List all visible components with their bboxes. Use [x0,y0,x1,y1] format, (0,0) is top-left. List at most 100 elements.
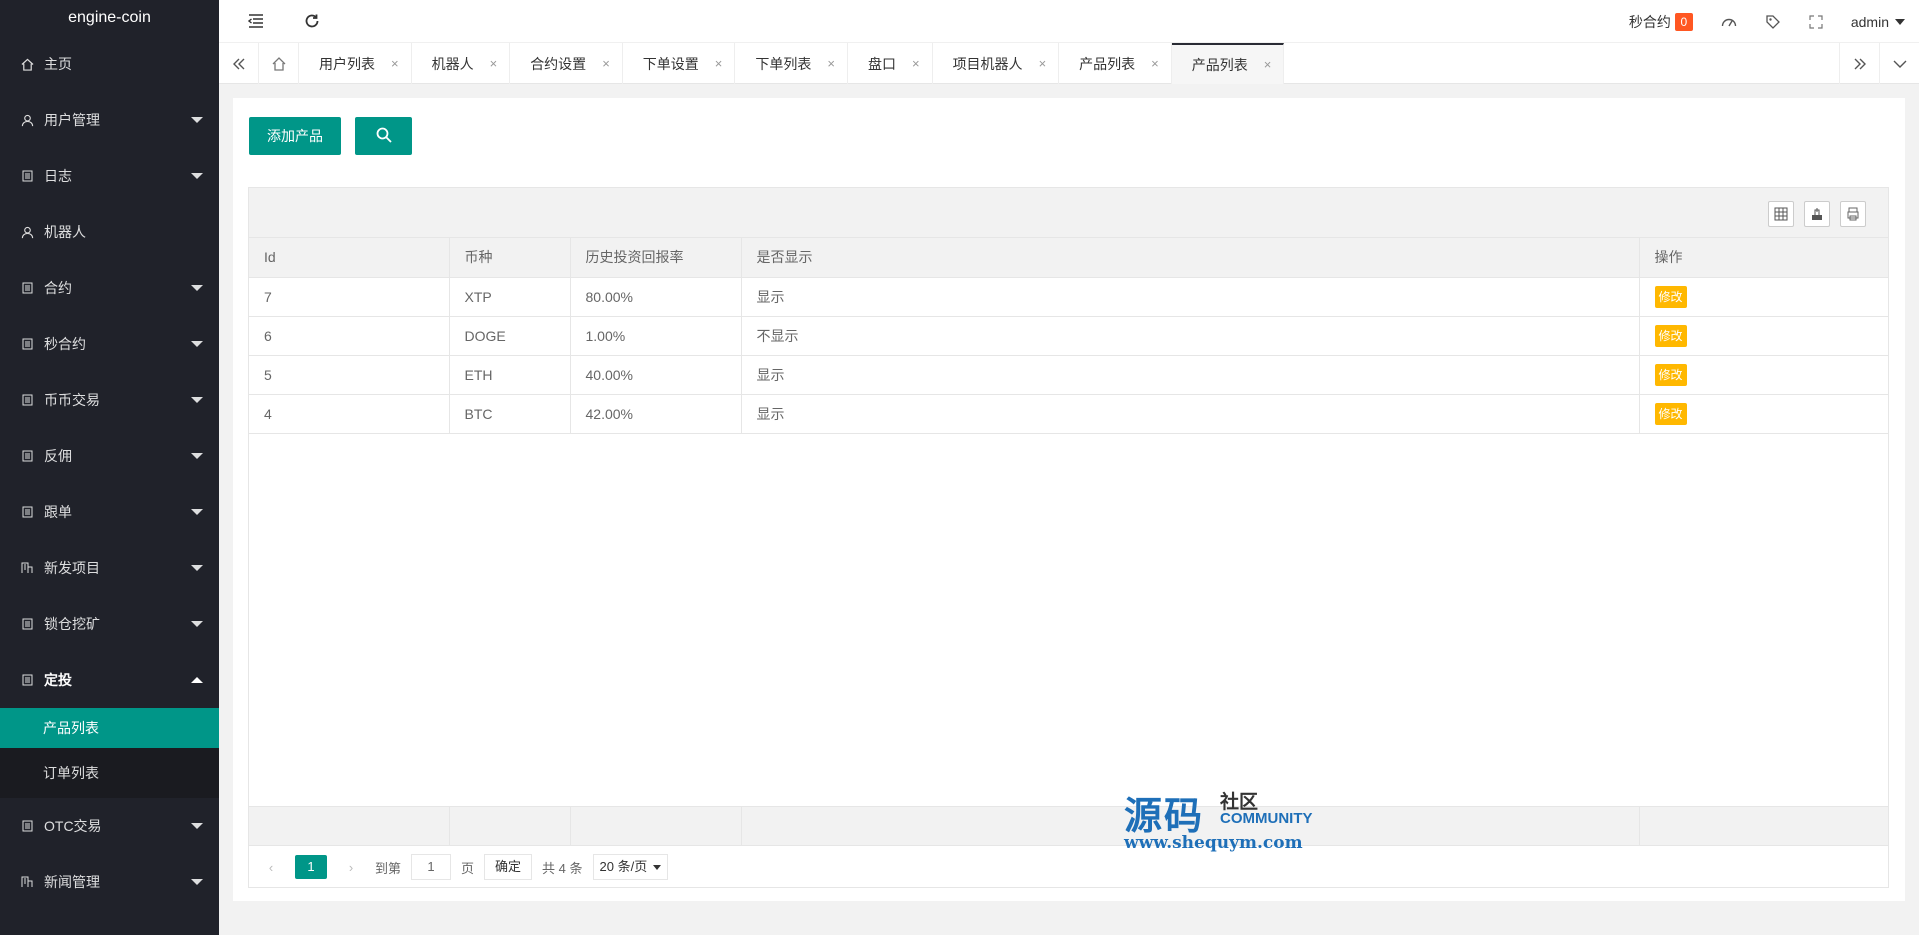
page-size-value: 20 条/页 [599,859,648,874]
second-contract-notice[interactable]: 秒合约 0 [1615,0,1707,43]
doc-icon [20,819,34,833]
tab-label: 产品列表 [1191,56,1248,73]
close-icon[interactable]: × [715,56,723,71]
chevron-up-icon [191,677,203,683]
tabs-scroll-right-icon[interactable] [1839,43,1879,84]
sidebar-bottom-item-1[interactable]: 新闻管理 [0,854,219,910]
tab-4[interactable]: 下单列表 × [735,43,848,84]
column-header-coin[interactable]: 币种 [449,238,571,278]
tab-6[interactable]: 项目机器人 × [933,43,1060,84]
column-header-visible[interactable]: 是否显示 [741,238,1640,278]
cell-show: 显示 [741,277,1640,317]
close-icon[interactable]: × [827,56,835,71]
building-icon [20,561,34,575]
second-contract-label: 秒合约 [1628,13,1671,30]
column-header-id[interactable]: Id [249,238,450,278]
watermark-logo: 源码 社区 COMMUNITY www.shequym.com [1124,785,1324,855]
table-row: 7 XTP 80.00% 显示 修改 [249,277,1888,317]
sidebar-item-3[interactable]: 机器人 [0,204,219,260]
add-product-button[interactable]: 添加产品 [249,117,341,155]
sidebar-item-7[interactable]: 反佣 [0,428,219,484]
user-menu[interactable]: admin [1837,0,1919,43]
close-icon[interactable]: × [490,56,498,71]
sidebar-item-1[interactable]: 用户管理 [0,92,219,148]
menu-collapse-icon[interactable] [243,8,269,34]
fullscreen-icon[interactable] [1795,0,1837,43]
goto-page-input[interactable]: 1 [411,854,452,880]
cell-op: 修改 [1639,355,1888,395]
sidebar-subitem-1[interactable]: 订单列表 [0,748,219,798]
tag-icon[interactable] [1751,0,1795,43]
sidebar-item-10[interactable]: 锁仓挖矿 [0,596,219,652]
column-header-return-rate[interactable]: 历史投资回报率 [570,238,742,278]
tab-1[interactable]: 机器人 × [412,43,511,84]
username: admin [1850,13,1889,30]
tabs-menu-chevron-icon[interactable] [1879,43,1919,84]
table-toolbar [249,188,1888,238]
tab-7[interactable]: 产品列表 × [1059,43,1172,84]
sidebar: engine-coin 主页 用户管理 日志 机器人 合约 秒合约 币币交易 反佣 跟单 新发项目… [0,0,219,935]
columns-filter-icon[interactable] [1768,201,1794,227]
home-icon [20,57,34,71]
close-icon[interactable]: × [1151,56,1159,71]
refresh-icon[interactable] [299,8,325,34]
tab-home-icon[interactable] [259,43,299,84]
top-header: 秒合约 0 admin [219,0,1919,43]
table-row: 4 BTC 42.00% 显示 修改 [249,394,1888,434]
sidebar-item-5[interactable]: 秒合约 [0,316,219,372]
print-icon[interactable] [1840,201,1866,227]
sidebar-item-4[interactable]: 合约 [0,260,219,316]
sidebar-item-9[interactable]: 新发项目 [0,540,219,596]
sidebar-item-label: 币币交易 [44,392,100,408]
current-page[interactable]: 1 [295,855,327,879]
sidebar-item-label: 新发项目 [44,560,100,576]
sidebar-item-2[interactable]: 日志 [0,148,219,204]
chevron-down-icon [191,509,203,515]
tab-0[interactable]: 用户列表 × [299,43,412,84]
tab-label: 下单列表 [755,55,812,72]
cell-id: 6 [249,316,450,356]
tab-8[interactable]: 产品列表 × [1171,43,1285,84]
theme-icon[interactable] [1707,0,1751,43]
cell-op: 修改 [1639,277,1888,317]
sidebar-bottom-item-0[interactable]: OTC交易 [0,798,219,854]
tab-2[interactable]: 合约设置 × [510,43,623,84]
close-icon[interactable]: × [1039,56,1047,71]
doc-icon [20,617,34,631]
search-button[interactable] [355,117,412,155]
cell-rate: 42.00% [570,394,742,434]
tab-label: 产品列表 [1079,55,1136,72]
tab-3[interactable]: 下单设置 × [623,43,736,84]
tabs-scroll-left-icon[interactable] [219,43,259,84]
sidebar-item-label: 跟单 [44,504,72,520]
edit-button[interactable]: 修改 [1654,363,1687,386]
tab-label: 机器人 [431,55,474,72]
export-icon[interactable] [1804,201,1830,227]
close-icon[interactable]: × [1264,57,1272,72]
close-icon[interactable]: × [912,56,920,71]
sidebar-item-label: 合约 [44,280,72,296]
sidebar-item-0[interactable]: 主页 [0,36,219,92]
goto-confirm-button[interactable]: 确定 [484,854,533,880]
sidebar-item-8[interactable]: 跟单 [0,484,219,540]
tabs-bar: 用户列表 × 机器人 × 合约设置 × 下单设置 × 下单列表 × 盘口 × 项目机器人 × 产品列表 × 产品… [219,43,1919,84]
goto-label: 到第 [375,860,402,876]
edit-button[interactable]: 修改 [1654,324,1687,347]
sidebar-item-6[interactable]: 币币交易 [0,372,219,428]
total-count: 共 4 条 [542,860,583,876]
edit-button[interactable]: 修改 [1654,285,1687,308]
edit-button[interactable]: 修改 [1654,402,1687,425]
next-page-icon[interactable]: › [339,860,363,875]
close-icon[interactable]: × [391,56,399,71]
doc-icon [20,673,34,687]
cell-rate: 1.00% [570,316,742,356]
prev-page-icon[interactable]: ‹ [259,860,283,875]
cell-coin: DOGE [449,316,571,356]
chevron-down-icon [191,397,203,403]
sidebar-item-11[interactable]: 定投 [0,652,219,708]
close-icon[interactable]: × [602,56,610,71]
tab-5[interactable]: 盘口 × [848,43,933,84]
sidebar-subitem-0[interactable]: 产品列表 [0,708,219,748]
page-size-select[interactable]: 20 条/页 [592,854,669,880]
chevron-down-icon [653,864,662,870]
